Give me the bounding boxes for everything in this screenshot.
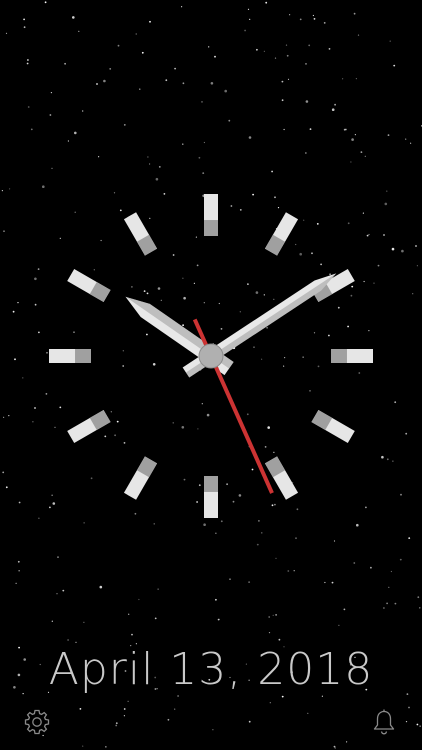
- alarm-button[interactable]: [367, 705, 401, 739]
- gear-icon: [24, 709, 50, 735]
- hour-marker: [264, 456, 299, 500]
- clock-screen: April 13, 2018: [0, 0, 422, 750]
- hour-marker: [311, 409, 355, 444]
- hour-marker: [204, 194, 218, 236]
- hour-marker: [123, 456, 158, 500]
- bell-icon: [373, 709, 395, 735]
- hour-marker: [331, 349, 373, 363]
- hour-marker: [67, 409, 111, 444]
- hour-marker: [49, 349, 91, 363]
- hour-marker: [67, 268, 111, 303]
- hour-marker: [204, 476, 218, 518]
- settings-button[interactable]: [20, 705, 54, 739]
- clock-hub: [198, 343, 224, 369]
- hour-marker: [123, 212, 158, 256]
- analog-clock: [49, 194, 373, 518]
- hour-marker: [264, 212, 299, 256]
- date-label: April 13, 2018: [48, 644, 374, 695]
